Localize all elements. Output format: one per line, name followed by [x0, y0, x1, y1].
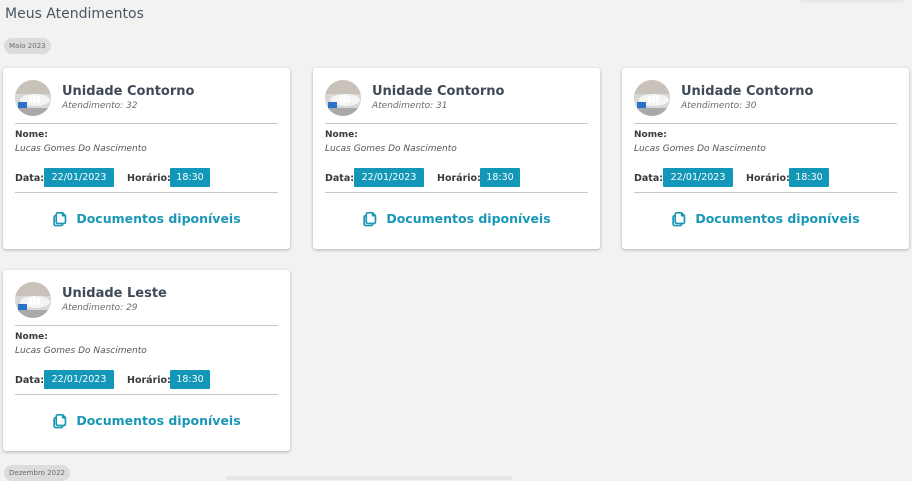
patient-name: Lucas Gomes Do Nascimento: [15, 346, 147, 356]
top-right-panel-edge: [800, 0, 904, 3]
divider: [634, 123, 897, 124]
copy-documents-icon: [53, 211, 67, 226]
date-chip: 22/01/2023: [44, 370, 114, 389]
unit-photo-avatar: [15, 282, 51, 318]
attendance-number: Atendimento: 30: [681, 101, 757, 111]
appointment-card: Unidade Contorno Atendimento: 30 Nome: L…: [622, 68, 909, 249]
date-label: Data:: [325, 173, 355, 184]
attendance-number: Atendimento: 32: [62, 101, 138, 111]
date-label: Data:: [634, 173, 664, 184]
copy-documents-icon: [53, 413, 67, 428]
patient-name: Lucas Gomes Do Nascimento: [634, 144, 766, 154]
documents-available-link[interactable]: Documentos diponíveis: [622, 207, 909, 229]
appointment-card: Unidade Contorno Atendimento: 32 Nome: L…: [3, 68, 290, 249]
unit-photo-avatar: [325, 80, 361, 116]
date-chip: 22/01/2023: [354, 168, 424, 187]
divider: [15, 123, 278, 124]
time-label: Horário:: [127, 173, 171, 184]
unit-name: Unidade Contorno: [681, 84, 814, 99]
documents-available-link[interactable]: Documentos diponíveis: [3, 409, 290, 431]
documents-available-label: Documentos diponíveis: [386, 210, 551, 226]
time-chip: 18:30: [789, 168, 829, 187]
divider: [325, 123, 588, 124]
month-badge-may-2023: Maio 2023: [4, 38, 51, 54]
copy-documents-icon: [363, 211, 377, 226]
date-chip: 22/01/2023: [663, 168, 733, 187]
name-label: Nome:: [15, 332, 48, 342]
unit-name: Unidade Leste: [62, 286, 167, 301]
documents-available-link[interactable]: Documentos diponíveis: [3, 207, 290, 229]
time-chip: 18:30: [480, 168, 520, 187]
date-label: Data:: [15, 375, 45, 386]
time-label: Horário:: [127, 375, 171, 386]
attendance-number: Atendimento: 29: [62, 303, 138, 313]
name-label: Nome:: [15, 130, 48, 140]
documents-available-label: Documentos diponíveis: [695, 210, 860, 226]
unit-name: Unidade Contorno: [62, 84, 195, 99]
documents-available-label: Documentos diponíveis: [76, 412, 241, 428]
patient-name: Lucas Gomes Do Nascimento: [15, 144, 147, 154]
appointment-card: Unidade Leste Atendimento: 29 Nome: Luca…: [3, 270, 290, 451]
attendance-number: Atendimento: 31: [372, 101, 448, 111]
time-label: Horário:: [437, 173, 481, 184]
copy-documents-icon: [672, 211, 686, 226]
date-label: Data:: [15, 173, 45, 184]
unit-photo-avatar: [15, 80, 51, 116]
unit-name: Unidade Contorno: [372, 84, 505, 99]
patient-name: Lucas Gomes Do Nascimento: [325, 144, 457, 154]
divider: [325, 192, 588, 193]
next-card-edge: [226, 476, 512, 480]
time-chip: 18:30: [170, 168, 210, 187]
appointment-card: Unidade Contorno Atendimento: 31 Nome: L…: [313, 68, 600, 249]
unit-photo-avatar: [634, 80, 670, 116]
divider: [15, 394, 278, 395]
time-chip: 18:30: [170, 370, 210, 389]
time-label: Horário:: [746, 173, 790, 184]
page-title: Meus Atendimentos: [5, 6, 144, 22]
divider: [15, 325, 278, 326]
divider: [634, 192, 897, 193]
date-chip: 22/01/2023: [44, 168, 114, 187]
documents-available-label: Documentos diponíveis: [76, 210, 241, 226]
name-label: Nome:: [325, 130, 358, 140]
name-label: Nome:: [634, 130, 667, 140]
divider: [15, 192, 278, 193]
documents-available-link[interactable]: Documentos diponíveis: [313, 207, 600, 229]
